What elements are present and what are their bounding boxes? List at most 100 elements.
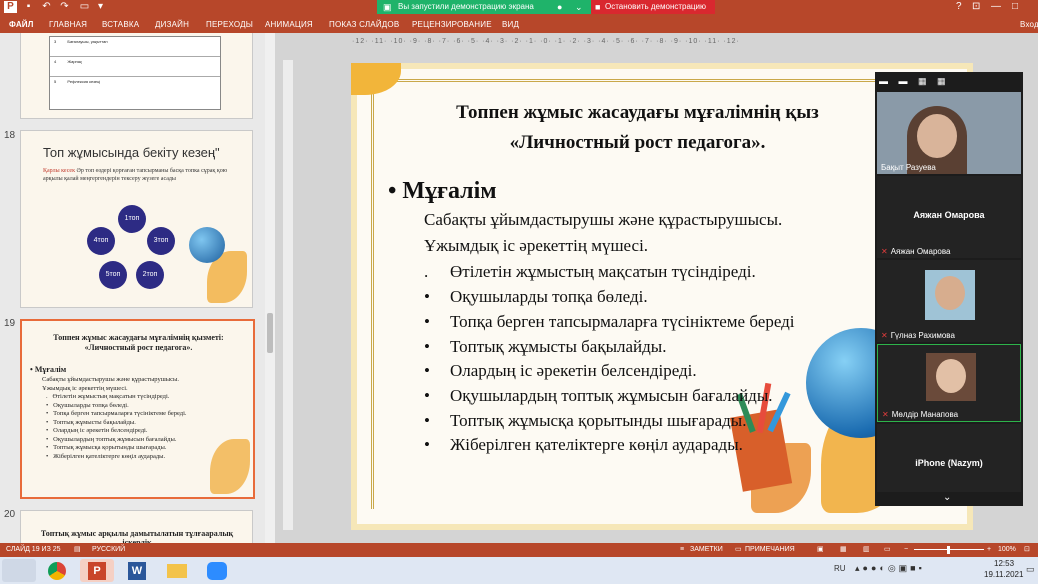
chrome-logo (48, 562, 66, 580)
minimize-icon[interactable]: — (991, 1, 1001, 13)
tab-insert[interactable]: ВСТАВКА (102, 18, 139, 31)
tab-slideshow[interactable]: ПОКАЗ СЛАЙДОВ (329, 18, 399, 31)
slide-counter: СЛАЙД 19 ИЗ 25 (6, 546, 61, 553)
thumbnail-slide-19[interactable]: Топпен жұмыс жасаудағы мұғалімнің қызмет… (20, 319, 255, 499)
slide-list-item[interactable]: • Жіберілген қателіктерге көңіл аударады. (424, 435, 743, 455)
participant-name: ✕ Аяжан Омарова (881, 247, 951, 256)
undo-icon[interactable]: ↶ (40, 1, 53, 13)
language-indicator[interactable]: РУССКИЙ (92, 543, 125, 557)
thumbnail-item: • Топқа берген тапсырмаларға түсініктеме… (46, 410, 187, 417)
gallery-view-controls[interactable]: ▬ ▬ ▦ ▦ (879, 76, 950, 87)
thumbnail-item-text: Олардың іс әрекетін белсендіреді. (53, 427, 148, 434)
zoom-level[interactable]: 100% (998, 543, 1016, 557)
thumbnail-scrollbar[interactable] (265, 33, 275, 543)
video-gallery-panel[interactable]: ▬ ▬ ▦ ▦ Бақыт Разуева Аяжан Омарова ✕ Аяж… (875, 72, 1023, 506)
notification-icon[interactable]: ▭ (1026, 564, 1035, 575)
chevron-down-icon[interactable]: ⌄ (943, 492, 951, 503)
slideshow-start-icon[interactable]: ▭ (78, 1, 91, 13)
participant-tile[interactable]: ✕ Гүлназ Рахимова (877, 260, 1021, 342)
thumbnail-slide-17[interactable]: 3 Бағалаушы, уақыттан 4 Жарнақ 5 Рефлекс… (20, 33, 253, 119)
stop-sharing-button[interactable]: ■ Остановить демонстрацию (591, 0, 715, 14)
chevron-down-icon[interactable]: ⌄ (575, 0, 583, 14)
spellcheck-icon[interactable]: ▤ (74, 543, 81, 557)
slide-body-line[interactable]: Сабақты ұйымдастырушы және құрастырушысы… (424, 210, 782, 230)
language-switch[interactable]: RU (834, 564, 846, 573)
word-icon[interactable]: W (120, 559, 154, 582)
participant-name-text: Гүлназ Рахимова (890, 331, 955, 340)
slide-list-item[interactable]: • Топтық жұмысты бақылайды. (424, 337, 666, 357)
slide-body-line[interactable]: Ұжымдық іс әрекеттің мүшесі. (424, 236, 648, 256)
comments-button[interactable]: ПРИМЕЧАНИЯ (745, 543, 795, 557)
zoom-out-icon[interactable]: − (904, 543, 908, 557)
thumbnail-slide-18[interactable]: Топ жұмысында бекіту кезең" Қарлы кесек … (20, 130, 253, 308)
tab-file[interactable]: ФАЙЛ (6, 18, 37, 31)
participant-tile[interactable]: Аяжан Омарова ✕ Аяжан Омарова (877, 176, 1021, 258)
word-logo: W (128, 562, 146, 580)
help-icon[interactable]: ? (956, 1, 962, 13)
powerpoint-taskbar-icon[interactable]: P (80, 559, 114, 582)
slide-title[interactable]: Топпен жұмыс жасаудағы мұғалімнің қыз «Л… (405, 98, 870, 158)
save-icon[interactable]: ▪ (22, 1, 35, 13)
file-explorer-icon[interactable] (160, 559, 194, 582)
slide-list-item-text: Топқа берген тапсырмаларға түсініктеме б… (450, 312, 795, 331)
thumbnail-item: . Өтілетін жұмыстың мақсатын түсіндіреді… (46, 393, 170, 400)
slide-list-item[interactable]: • Оқушылардың топтық жұмысын бағалайды. (424, 386, 773, 406)
zoom-app-icon[interactable] (200, 559, 234, 582)
normal-view-icon[interactable]: ▣ (817, 543, 824, 557)
slide-list-item[interactable]: • Топтық жұмысқа қорытынды шығарады. (424, 411, 746, 431)
comments-icon: ▭ (735, 546, 742, 553)
zoom-in-icon[interactable]: + (987, 543, 991, 557)
tab-home[interactable]: ГЛАВНАЯ (49, 18, 87, 31)
slide-list-item-text: Олардың іс әрекетін белсендіреді. (450, 361, 697, 380)
slide-list-item[interactable]: . Өтілетін жұмыстың мақсатын түсіндіреді. (424, 262, 756, 282)
thumbnail-item: • Топтық жұмысқа қорытынды шығарады. (46, 444, 167, 451)
chrome-icon[interactable] (40, 559, 74, 582)
customize-toolbar-icon[interactable]: ▾ (94, 1, 107, 13)
redo-icon[interactable]: ↷ (58, 1, 71, 13)
fit-slide-icon[interactable]: ⊡ (1024, 543, 1030, 557)
thumbnail-title: Топпен жұмыс жасаудағы мұғалімнің қызмет… (53, 333, 224, 352)
slide-list-item-text: Оқушылардың топтық жұмысын бағалайды. (450, 386, 773, 405)
horizontal-ruler: ·12· ·11· ·10· ·9· ·8· ·7· ·6· ·5· ·4· ·… (352, 38, 740, 45)
participant-tile[interactable]: iPhone (Nazym) (877, 424, 1021, 492)
slide-sorter-icon[interactable]: ▦ (840, 543, 847, 557)
slide-thumbnail-panel[interactable]: 3 Бағалаушы, уақыттан 4 Жарнақ 5 Рефлекс… (0, 33, 265, 543)
windows-taskbar: P W RU ▴●●◐◎▣■▪ 12:53 19.11.2021 ▭ (0, 557, 1038, 584)
slide-main-bullet[interactable]: • Мұғалім (388, 178, 497, 205)
sign-in-link[interactable]: Вход (1020, 18, 1038, 31)
powerpoint-app-icon: P (4, 1, 17, 13)
participant-face (936, 359, 966, 393)
tray-icons[interactable]: ▴●●◐◎▣■▪ (855, 563, 925, 574)
tab-review[interactable]: РЕЦЕНЗИРОВАНИЕ (412, 18, 492, 31)
share-screen-icon: ▣ (383, 2, 392, 12)
ribbon-display-icon[interactable]: ⊡ (972, 1, 980, 13)
participant-tile[interactable]: Бақыт Разуева (877, 92, 1021, 174)
thumbnail-slide-20[interactable]: Топтық жұмыс арқылы дамытылатын тұлғаара… (20, 510, 253, 543)
shield-icon[interactable]: ● (557, 0, 562, 14)
tab-view[interactable]: ВИД (502, 18, 519, 31)
notes-button[interactable]: ЗАМЕТКИ (690, 543, 723, 557)
slide-list-item[interactable]: • Оқушыларды топқа бөледі. (424, 287, 648, 307)
slideshow-view-icon[interactable]: ▭ (884, 543, 891, 557)
start-icon[interactable] (2, 559, 36, 582)
table-row-text: Бағалаушы, уақыттан (67, 39, 108, 44)
thumbnail-item-text: Оқушыларды топқа бөледі. (53, 401, 129, 409)
tab-transitions[interactable]: ПЕРЕХОДЫ (206, 18, 253, 31)
stop-icon: ■ (595, 2, 601, 12)
clock-date[interactable]: 19.11.2021 (984, 570, 1023, 579)
clock-time[interactable]: 12:53 (994, 559, 1014, 568)
tab-design[interactable]: ДИЗАЙН (155, 18, 189, 31)
tab-animation[interactable]: АНИМАЦИЯ (265, 18, 313, 31)
group-node: 4топ (87, 227, 115, 255)
autumn-leaf-decoration (210, 439, 250, 494)
reading-view-icon[interactable]: ▥ (863, 543, 870, 557)
slide-number-18: 18 (4, 130, 16, 141)
scrollbar-thumb[interactable] (267, 313, 273, 353)
participant-tile[interactable]: ✕ Мөлдір Манапова (877, 344, 1021, 422)
slide-list-item[interactable]: • Олардың іс әрекетін белсендіреді. (424, 361, 697, 381)
slide-list-item[interactable]: • Топқа берген тапсырмаларға түсініктеме … (424, 312, 795, 332)
thumbnail-item: • Жіберілген қателіктерге көңіл аударады… (46, 452, 166, 460)
zoom-slider-thumb[interactable] (947, 546, 950, 554)
maximize-icon[interactable]: □ (1012, 1, 1018, 13)
table-row-number: 5 (54, 79, 57, 84)
